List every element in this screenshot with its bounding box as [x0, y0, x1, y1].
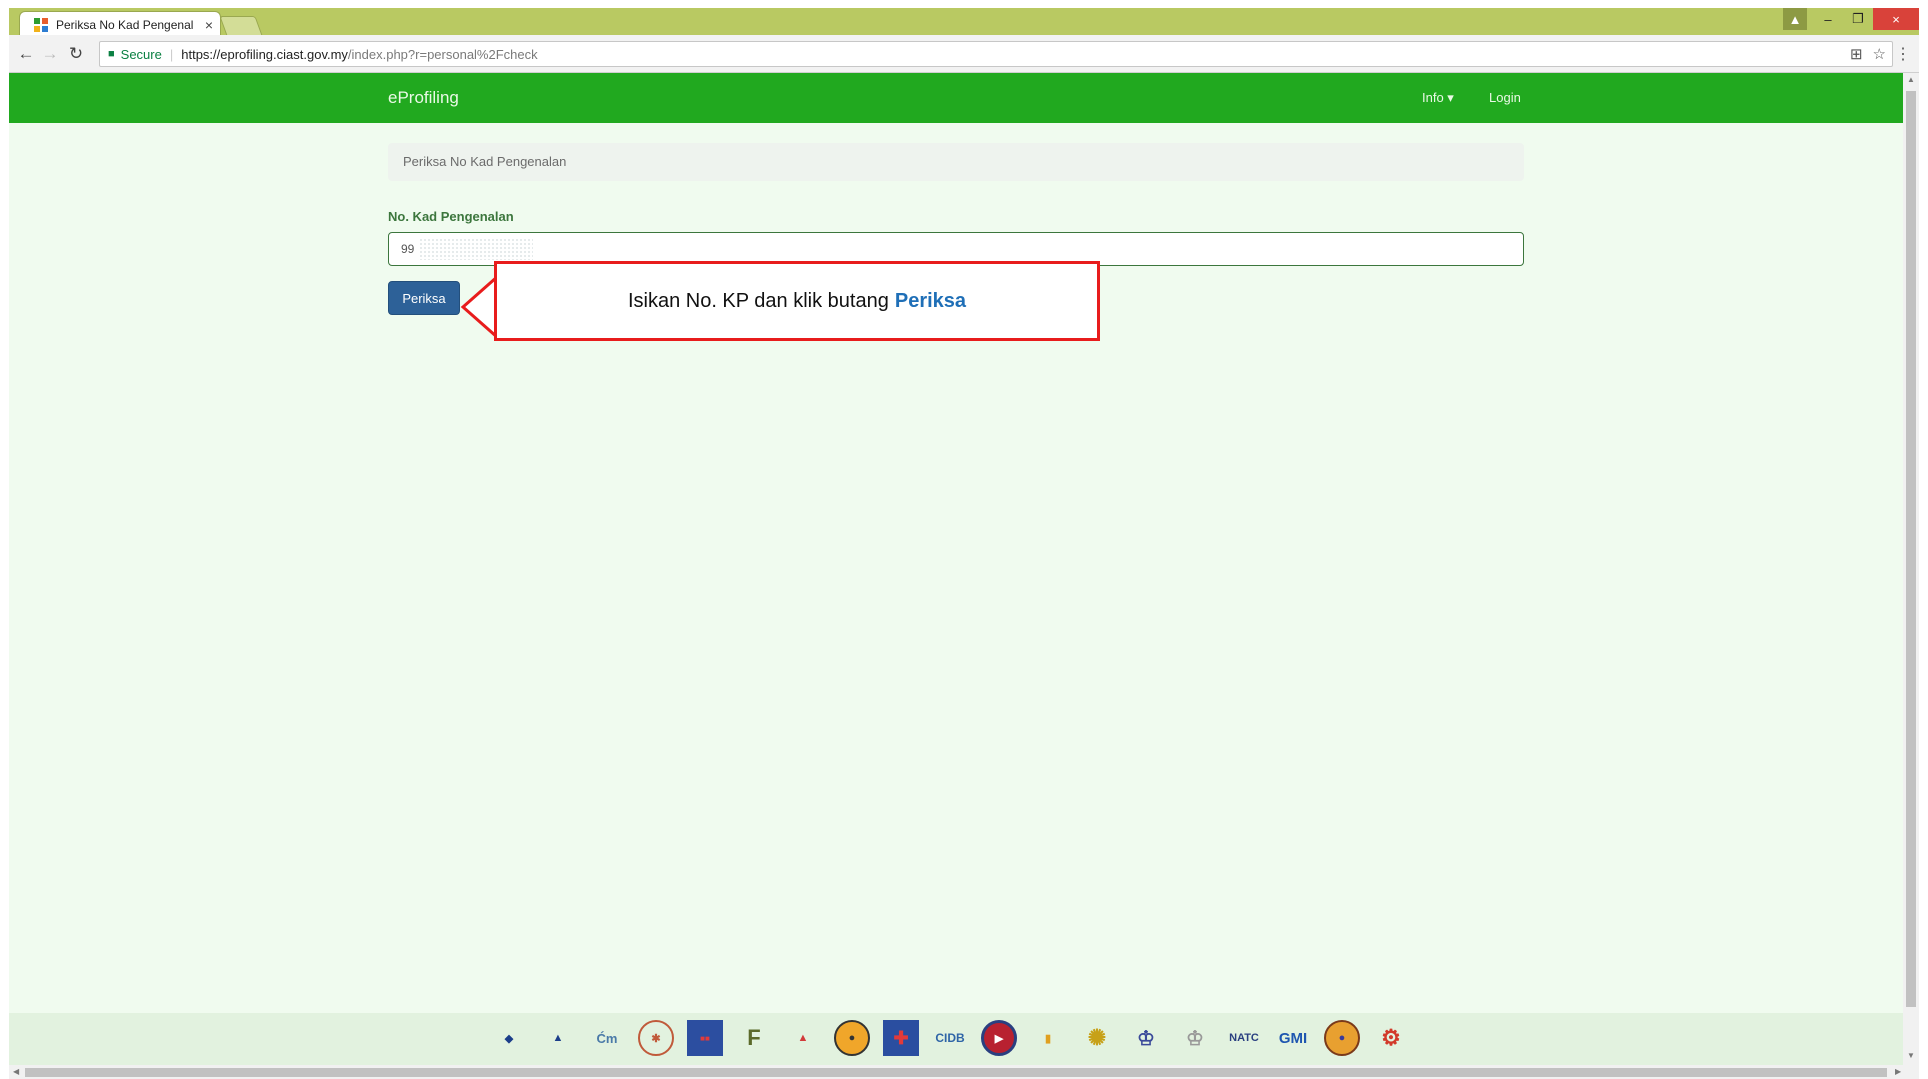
peak-logo-icon: ▲ — [797, 1032, 809, 1044]
gear-logo-icon: ⚙ — [1381, 1025, 1401, 1050]
browser-toolbar: ← → ↻ ■ Secure | https://eprofiling.cias… — [9, 35, 1919, 73]
forward-arrow-icon[interactable]: → — [39, 43, 61, 65]
red-circle-logo-icon: ▶ — [981, 1020, 1017, 1056]
tab-title: Periksa No Kad Pengenal — [56, 17, 194, 32]
silver-crest-logo-icon: ♔ — [1186, 1027, 1204, 1050]
scroll-right-icon[interactable]: ▶ — [1895, 1067, 1901, 1076]
ciast-logo-icon: ◆ — [504, 1032, 514, 1045]
restore-button[interactable]: ❐ — [1843, 8, 1873, 30]
url-path: /index.php?r=personal%2Fcheck — [347, 46, 538, 62]
periksa-button[interactable]: Periksa — [388, 281, 460, 315]
flag-logo-icon: ✚ — [883, 1020, 919, 1056]
cidb-logo-icon: CIDB — [935, 1031, 965, 1045]
jpk-logo-icon: ▲ — [552, 1032, 564, 1044]
reload-icon[interactable]: ↻ — [65, 43, 87, 65]
torch-logo-icon: ▮ — [1044, 1032, 1052, 1045]
secure-label: Secure — [120, 46, 162, 62]
breadcrumb: Periksa No Kad Pengenalan — [388, 143, 1524, 181]
url-host: https://eprofiling.ciast.gov.my — [181, 46, 348, 62]
natc-logo-icon: NATC — [1229, 1032, 1259, 1044]
callout-text: Isikan No. KP dan klik butang — [627, 289, 889, 312]
horizontal-scrollbar[interactable]: ◀ ▶ — [9, 1065, 1919, 1079]
profile-icon[interactable]: ▲ — [1783, 8, 1807, 30]
window-controls: ▲ – ❐ × — [1783, 8, 1919, 30]
scroll-down-icon[interactable]: ▼ — [1907, 1051, 1915, 1060]
brand-link[interactable]: eProfiling — [388, 88, 459, 108]
back-arrow-icon[interactable]: ← — [15, 43, 37, 65]
omnibox-icons: ⊞ ☆ — [1850, 45, 1886, 63]
footer: ◆ ▲ Ćm ✱ ■■ F ▲ ● ✚ CIDB ▶ ▮ ✺ ♔ ♔ NATC … — [9, 1013, 1903, 1065]
police-crest-logo-icon: ♔ — [1137, 1027, 1155, 1050]
scroll-left-icon[interactable]: ◀ — [13, 1067, 19, 1076]
scroll-up-icon[interactable]: ▲ — [1907, 75, 1915, 84]
partner-logos: ◆ ▲ Ćm ✱ ■■ F ▲ ● ✚ CIDB ▶ ▮ ✺ ♔ ♔ NATC … — [491, 1020, 1409, 1056]
callout-highlight: Periksa — [894, 289, 967, 312]
ic-field-label: No. Kad Pengenalan — [388, 209, 514, 224]
translate-icon[interactable]: ⊞ — [1850, 45, 1863, 63]
iljtm-logo-icon: Ćm — [596, 1030, 618, 1046]
gmi-logo-icon: GMI — [1278, 1029, 1308, 1047]
bookmark-star-icon[interactable]: ☆ — [1873, 45, 1886, 63]
browser-window: Periksa No Kad Pengenal × ▲ – ❐ × ← → ↻ … — [9, 8, 1919, 1079]
new-tab-button[interactable] — [219, 16, 263, 36]
horizontal-scroll-thumb[interactable] — [25, 1068, 1887, 1077]
orange-seal-logo-icon: ● — [1324, 1020, 1360, 1056]
redacted-ic-digits — [419, 238, 533, 260]
tab-close-icon[interactable]: × — [198, 17, 220, 33]
info-dropdown[interactable]: Info ▾ — [1422, 90, 1454, 106]
address-bar[interactable]: ■ Secure | https://eprofiling.ciast.gov.… — [99, 41, 1893, 67]
circle-badge-logo-icon: ● — [834, 1020, 870, 1056]
login-link[interactable]: Login — [1489, 90, 1521, 105]
favicon-icon — [34, 17, 48, 32]
minimize-button[interactable]: – — [1813, 8, 1843, 30]
top-navbar: eProfiling Info ▾ Login — [9, 73, 1903, 123]
page-viewport: eProfiling Info ▾ Login Periksa No Kad P… — [9, 73, 1903, 1065]
lock-icon: ■ — [108, 48, 115, 60]
gold-emblem-logo-icon: ✺ — [1087, 1025, 1107, 1050]
title-bar: Periksa No Kad Pengenal × ▲ – ❐ × — [9, 8, 1919, 37]
crest-logo-icon: ✱ — [638, 1020, 674, 1056]
ikbn-logo-icon: ■■ — [687, 1020, 723, 1056]
close-window-button[interactable]: × — [1873, 8, 1919, 30]
address-separator: | — [169, 46, 174, 62]
vertical-scrollbar[interactable]: ▲ ▼ — [1903, 73, 1919, 1065]
browser-tab[interactable]: Periksa No Kad Pengenal × — [19, 11, 221, 37]
instruction-callout: Isikan No. KP dan klik butang Periksa — [494, 261, 1100, 341]
f-logo-icon: F — [747, 1025, 761, 1050]
vertical-scroll-thumb[interactable] — [1906, 91, 1916, 1007]
browser-menu-icon[interactable]: ⋮ — [1895, 44, 1911, 64]
